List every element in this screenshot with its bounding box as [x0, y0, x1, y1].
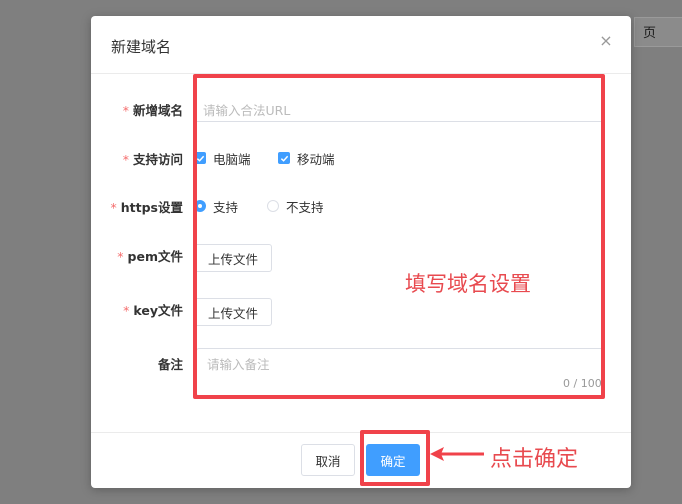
pem-label-text: pem文件 [127, 249, 183, 264]
radio-not-support[interactable]: 不支持 [267, 198, 324, 215]
key-label: * key文件 [123, 300, 183, 319]
checkbox-checked-icon [278, 152, 290, 164]
required-mark: * [122, 103, 129, 118]
checkbox-desktop[interactable]: 电脑端 [194, 150, 251, 167]
remark-textarea[interactable]: 请输入备注 [196, 348, 604, 396]
key-upload-button[interactable]: 上传文件 [194, 298, 272, 326]
close-icon[interactable]: × [598, 33, 614, 49]
radio-not-support-label: 不支持 [286, 199, 324, 215]
new-domain-dialog: 新建域名 × * 新增域名 请输入合法URL * 支持访问 电脑端 移动端 * htt… [91, 16, 631, 488]
background-page-chip [634, 17, 682, 47]
key-label-text: key文件 [133, 303, 183, 318]
domain-input-placeholder: 请输入合法URL [203, 103, 291, 118]
pem-label: * pem文件 [117, 246, 183, 265]
form-annotation: 填写域名设置 [405, 272, 531, 296]
https-label-text: https设置 [120, 200, 183, 215]
remark-placeholder: 请输入备注 [207, 357, 270, 372]
checkbox-desktop-label: 电脑端 [213, 151, 251, 167]
required-mark: * [110, 200, 117, 215]
arrow-left-icon [430, 447, 484, 461]
required-mark: * [117, 249, 124, 264]
remark-char-counter: 0 / 100 [563, 377, 602, 390]
confirm-button[interactable]: 确定 [366, 444, 420, 476]
radio-selected-icon [194, 200, 206, 212]
remark-label-text: 备注 [157, 357, 183, 372]
background-page-label: 页 [643, 26, 657, 41]
cancel-button[interactable]: 取消 [301, 444, 355, 476]
checkbox-mobile[interactable]: 移动端 [278, 150, 335, 167]
remark-label: 备注 [158, 354, 183, 373]
pem-upload-button[interactable]: 上传文件 [194, 244, 272, 272]
checkbox-mobile-label: 移动端 [297, 151, 335, 167]
domain-input[interactable]: 请输入合法URL [196, 94, 602, 122]
checkbox-checked-icon [194, 152, 206, 164]
radio-support-label: 支持 [213, 199, 239, 215]
footer-divider [91, 432, 631, 433]
domain-label-text: 新增域名 [132, 103, 183, 118]
access-label: * 支持访问 [123, 149, 183, 168]
click-annotation: 点击确定 [490, 447, 579, 472]
domain-label: * 新增域名 [123, 100, 183, 119]
https-label: * https设置 [111, 197, 184, 216]
access-label-text: 支持访问 [132, 152, 183, 167]
dialog-header: 新建域名 × [91, 16, 631, 74]
radio-support[interactable]: 支持 [194, 198, 239, 215]
dialog-title: 新建域名 [111, 38, 172, 56]
required-mark: * [123, 303, 130, 318]
required-mark: * [122, 152, 129, 167]
radio-unselected-icon [267, 200, 279, 212]
